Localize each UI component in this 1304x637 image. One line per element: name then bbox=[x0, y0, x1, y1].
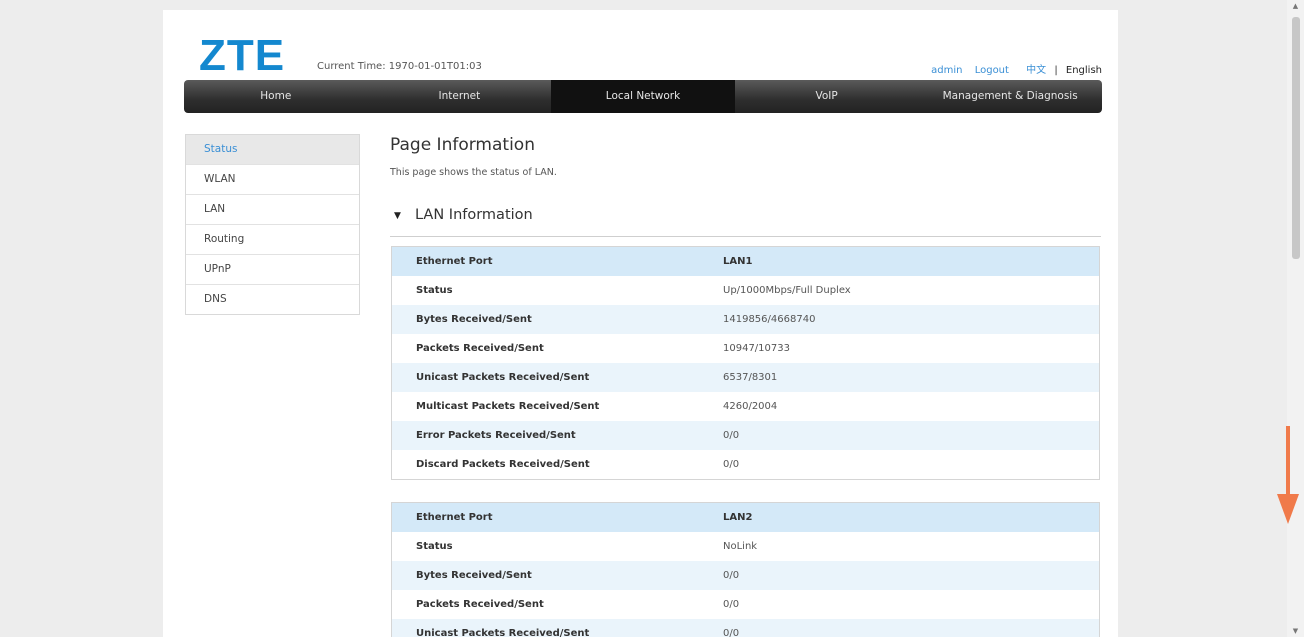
table-row: Discard Packets Received/Sent 0/0 bbox=[392, 450, 1100, 480]
sidebar-item-upnp[interactable]: UPnP bbox=[186, 255, 359, 285]
row-value: 10947/10733 bbox=[723, 343, 790, 354]
row-label: Unicast Packets Received/Sent bbox=[391, 363, 723, 392]
current-time: Current Time: 1970-01-01T01:03 bbox=[317, 61, 482, 72]
page-title: Page Information bbox=[390, 135, 535, 155]
admin-link[interactable]: admin bbox=[931, 65, 962, 76]
section-title: LAN Information bbox=[415, 207, 533, 223]
row-value: NoLink bbox=[723, 541, 758, 552]
row-value: 0/0 bbox=[723, 619, 1100, 637]
sidebar-item-dns[interactable]: DNS bbox=[186, 285, 359, 314]
zte-logo: ZTE bbox=[199, 31, 286, 80]
row-value: Up/1000Mbps/Full Duplex bbox=[723, 285, 851, 296]
row-label: Bytes Received/Sent bbox=[391, 305, 723, 334]
nav-voip[interactable]: VoIP bbox=[735, 80, 919, 113]
scroll-up-icon[interactable]: ▲ bbox=[1287, 2, 1304, 10]
top-links: admin Logout 中文 | English bbox=[922, 61, 1102, 76]
table-row: Error Packets Received/Sent 0/0 bbox=[391, 421, 1100, 450]
lan-information-section-header[interactable]: ▼ LAN Information bbox=[390, 206, 1101, 237]
lan2-table: Ethernet Port LAN2 Status NoLink Bytes R… bbox=[391, 502, 1100, 637]
row-label: Error Packets Received/Sent bbox=[391, 421, 723, 450]
table-row: Unicast Packets Received/Sent 0/0 bbox=[391, 619, 1100, 637]
nav-local-network[interactable]: Local Network bbox=[551, 80, 735, 113]
table-row: Packets Received/Sent 0/0 bbox=[392, 590, 1100, 619]
main-nav: Home Internet Local Network VoIP Managem… bbox=[184, 80, 1102, 113]
row-label: Bytes Received/Sent bbox=[391, 561, 723, 590]
lang-en-link[interactable]: English bbox=[1066, 65, 1102, 76]
lang-separator: | bbox=[1054, 65, 1058, 76]
table-row: Ethernet Port LAN2 bbox=[391, 502, 1100, 532]
table-row: Packets Received/Sent 10947/10733 bbox=[392, 334, 1100, 363]
triangle-down-icon: ▼ bbox=[394, 211, 401, 221]
row-label: Multicast Packets Received/Sent bbox=[416, 401, 600, 412]
table-row: Bytes Received/Sent 1419856/4668740 bbox=[391, 305, 1100, 334]
router-page: ZTE Current Time: 1970-01-01T01:03 admin… bbox=[163, 10, 1118, 637]
lan1-table: Ethernet Port LAN1 Status Up/1000Mbps/Fu… bbox=[391, 246, 1100, 480]
table-row: Status NoLink bbox=[392, 532, 1100, 561]
table-row: Status Up/1000Mbps/Full Duplex bbox=[392, 276, 1100, 305]
sidebar-item-status[interactable]: Status bbox=[186, 135, 359, 165]
row-label: Status bbox=[416, 541, 453, 552]
row-label: Packets Received/Sent bbox=[416, 343, 544, 354]
scroll-down-icon[interactable]: ▼ bbox=[1287, 627, 1304, 635]
scrollbar-thumb[interactable] bbox=[1292, 17, 1300, 259]
page-description: This page shows the status of LAN. bbox=[390, 167, 557, 178]
vertical-scrollbar[interactable]: ▲ ▼ bbox=[1287, 0, 1304, 637]
row-value: 0/0 bbox=[723, 561, 1100, 590]
table-row: Unicast Packets Received/Sent 6537/8301 bbox=[391, 363, 1100, 392]
sidebar-item-wlan[interactable]: WLAN bbox=[186, 165, 359, 195]
table-row: Multicast Packets Received/Sent 4260/200… bbox=[392, 392, 1100, 421]
nav-internet[interactable]: Internet bbox=[368, 80, 552, 113]
lang-zh-link[interactable]: 中文 bbox=[1026, 65, 1046, 76]
row-value: LAN1 bbox=[723, 246, 1100, 276]
down-arrow-icon bbox=[1277, 426, 1299, 524]
nav-management-diagnosis[interactable]: Management & Diagnosis bbox=[918, 80, 1102, 113]
sidebar-menu: Status WLAN LAN Routing UPnP DNS bbox=[185, 134, 360, 315]
row-label: Packets Received/Sent bbox=[416, 599, 544, 610]
row-value: 0/0 bbox=[723, 421, 1100, 450]
row-value: 1419856/4668740 bbox=[723, 305, 1100, 334]
logout-link[interactable]: Logout bbox=[975, 65, 1009, 76]
row-value: LAN2 bbox=[723, 502, 1100, 532]
table-row: Ethernet Port LAN1 bbox=[391, 246, 1100, 276]
row-value: 0/0 bbox=[723, 599, 740, 610]
row-label: Status bbox=[416, 285, 453, 296]
row-label: Ethernet Port bbox=[391, 246, 723, 276]
row-label: Ethernet Port bbox=[391, 502, 723, 532]
row-label: Unicast Packets Received/Sent bbox=[391, 619, 723, 637]
sidebar-item-routing[interactable]: Routing bbox=[186, 225, 359, 255]
table-row: Bytes Received/Sent 0/0 bbox=[391, 561, 1100, 590]
row-label: Discard Packets Received/Sent bbox=[416, 459, 590, 470]
row-value: 6537/8301 bbox=[723, 363, 1100, 392]
nav-home[interactable]: Home bbox=[184, 80, 368, 113]
row-value: 0/0 bbox=[723, 459, 740, 470]
sidebar-item-lan[interactable]: LAN bbox=[186, 195, 359, 225]
row-value: 4260/2004 bbox=[723, 401, 778, 412]
